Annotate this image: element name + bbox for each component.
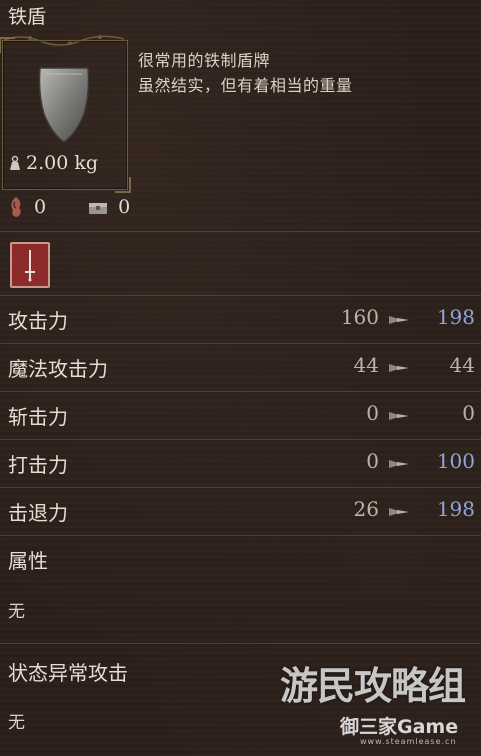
status-attack-value: 无 [8, 713, 25, 733]
stat-label: 攻击力 [8, 309, 68, 333]
stat-row-slash: 斩击力 0 0 [0, 393, 481, 439]
attribute-label: 属性 [8, 549, 48, 573]
divider [0, 487, 481, 488]
stat-new-value: 100 [436, 449, 475, 473]
divider [0, 231, 481, 232]
description-line: 虽然结实，但有着相当的重量 [138, 76, 353, 95]
divider [0, 391, 481, 392]
stat-row-knockback: 击退力 26 198 [0, 489, 481, 535]
chest-cost: 0 [88, 196, 130, 218]
attribute-value: 无 [8, 602, 25, 622]
arrow-right-icon [389, 508, 409, 516]
stat-label: 打击力 [8, 453, 68, 477]
arrow-right-icon [389, 364, 409, 372]
stat-label: 斩击力 [8, 405, 68, 429]
item-description: 很常用的铁制盾牌 虽然结实，但有着相当的重量 [138, 48, 353, 98]
status-attack-label: 状态异常攻击 [8, 661, 128, 685]
stat-new-value: 198 [436, 497, 475, 521]
description-line: 很常用的铁制盾牌 [138, 51, 271, 70]
stat-label: 魔法攻击力 [8, 357, 108, 381]
divider [0, 535, 481, 536]
weight-value: 2.00 kg [26, 152, 99, 174]
arrow-right-icon [389, 412, 409, 420]
stamina-cost: 0 [8, 196, 46, 218]
arrow-right-icon [389, 316, 409, 324]
divider [0, 439, 481, 440]
stat-base-value: 44 [353, 353, 379, 377]
cost-row: 0 0 [8, 196, 172, 218]
item-weight: 2.00 kg [8, 152, 98, 174]
stat-row-attack: 攻击力 160 198 [0, 297, 481, 343]
item-name: 铁盾 [8, 6, 47, 28]
sword-badge-icon [10, 242, 50, 288]
arrow-right-icon [389, 460, 409, 468]
divider [0, 295, 481, 296]
stat-new-value: 0 [462, 401, 475, 425]
watermark-url: www.steamlease.cn [360, 737, 457, 746]
stat-row-magic-attack: 魔法攻击力 44 44 [0, 345, 481, 391]
weight-icon [10, 155, 20, 170]
watermark-sub: 御三家Game [340, 716, 459, 738]
divider [0, 643, 481, 644]
stat-base-value: 26 [353, 497, 379, 521]
stat-new-value: 44 [449, 353, 475, 377]
stamina-icon [11, 197, 21, 217]
watermark-main: 游民攻略组 [280, 664, 466, 708]
stamina-value: 0 [34, 196, 47, 218]
chest-value: 0 [118, 196, 131, 218]
iron-shield-icon [38, 67, 90, 143]
stat-base-value: 160 [340, 305, 379, 329]
stat-new-value: 198 [436, 305, 475, 329]
stat-base-value: 0 [366, 401, 379, 425]
divider [0, 343, 481, 344]
stat-base-value: 0 [366, 449, 379, 473]
chest-icon [89, 203, 108, 214]
stat-label: 击退力 [8, 501, 68, 525]
stat-row-strike: 打击力 0 100 [0, 441, 481, 487]
